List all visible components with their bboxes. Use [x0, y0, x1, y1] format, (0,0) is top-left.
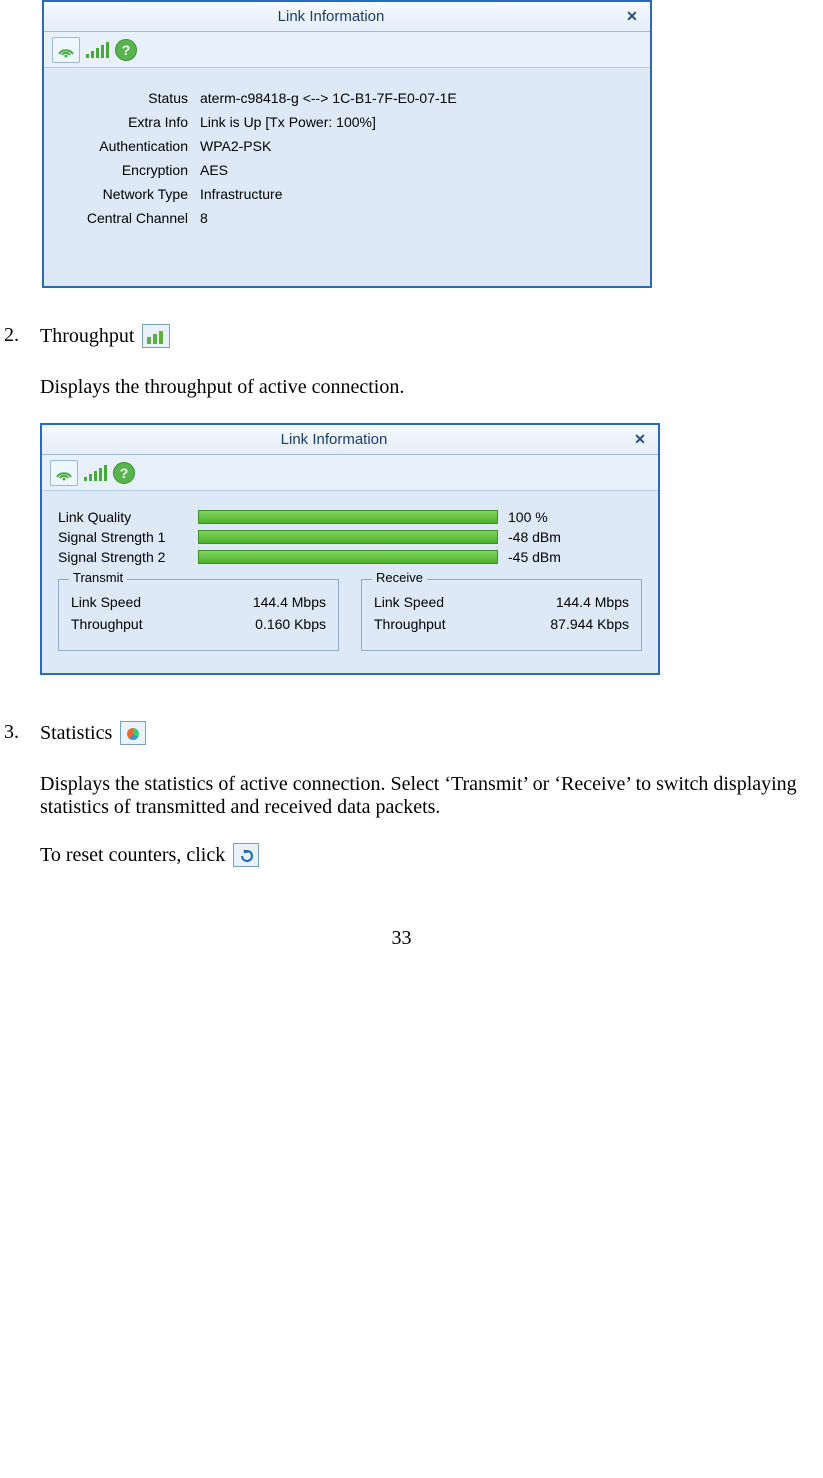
- row-encryption: Encryption AES: [60, 162, 634, 178]
- group-title: Receive: [372, 570, 427, 585]
- value: -48 dBm: [508, 529, 561, 545]
- wifi-icon[interactable]: [52, 37, 80, 63]
- label: Encryption: [60, 162, 200, 178]
- label: Status: [60, 90, 200, 106]
- dialog-toolbar: ?: [42, 455, 658, 491]
- section-title-statistics: Statistics: [40, 722, 112, 745]
- value: 87.944 Kbps: [550, 616, 629, 632]
- signal-bars-icon: [84, 465, 107, 481]
- reset-icon: [233, 843, 259, 867]
- list-number-3: 3.: [0, 721, 40, 867]
- help-icon[interactable]: ?: [115, 39, 137, 61]
- dialog-title: Link Information: [281, 431, 388, 448]
- label: Signal Strength 1: [58, 529, 198, 545]
- row-network-type: Network Type Infrastructure: [60, 186, 634, 202]
- value: 8: [200, 210, 634, 226]
- throughput-icon: [142, 324, 170, 348]
- label: Link Speed: [374, 594, 444, 610]
- label: Signal Strength 2: [58, 549, 198, 565]
- value: -45 dBm: [508, 549, 561, 565]
- value: WPA2-PSK: [200, 138, 634, 154]
- value: Link is Up [Tx Power: 100%]: [200, 114, 634, 130]
- label: Central Channel: [60, 210, 200, 226]
- signal-bars-icon: [86, 42, 109, 58]
- row-link-quality: Link Quality 100 %: [58, 509, 642, 525]
- list-number-2: 2.: [0, 324, 40, 685]
- label: Throughput: [71, 616, 143, 632]
- section-desc-throughput: Displays the throughput of active connec…: [40, 376, 803, 399]
- row-status: Status aterm-c98418-g <--> 1C-B1-7F-E0-0…: [60, 90, 634, 106]
- label: Link Quality: [58, 509, 198, 525]
- row-signal-strength-2: Signal Strength 2 -45 dBm: [58, 549, 642, 565]
- group-title: Transmit: [69, 570, 127, 585]
- group-receive: Receive Link Speed 144.4 Mbps Throughput…: [361, 579, 642, 651]
- value: AES: [200, 162, 634, 178]
- row-central-channel: Central Channel 8: [60, 210, 634, 226]
- reset-text: To reset counters, click: [40, 844, 225, 867]
- value: 0.160 Kbps: [255, 616, 326, 632]
- statistics-icon: [120, 721, 146, 745]
- progress-bar: [198, 510, 498, 524]
- section-title-throughput: Throughput: [40, 325, 134, 348]
- dialog-body: Link Quality 100 % Signal Strength 1 -48…: [42, 491, 658, 673]
- value: 144.4 Mbps: [556, 594, 629, 610]
- dialog-body: Status aterm-c98418-g <--> 1C-B1-7F-E0-0…: [44, 68, 650, 286]
- row-signal-strength-1: Signal Strength 1 -48 dBm: [58, 529, 642, 545]
- group-transmit: Transmit Link Speed 144.4 Mbps Throughpu…: [58, 579, 339, 651]
- label: Authentication: [60, 138, 200, 154]
- label: Network Type: [60, 186, 200, 202]
- dialog-title: Link Information: [278, 8, 385, 25]
- close-icon[interactable]: ✕: [626, 429, 654, 451]
- progress-bar: [198, 530, 498, 544]
- section-desc-statistics: Displays the statistics of active connec…: [40, 773, 803, 819]
- value: aterm-c98418-g <--> 1C-B1-7F-E0-07-1E: [200, 90, 634, 106]
- label: Extra Info: [60, 114, 200, 130]
- progress-bar: [198, 550, 498, 564]
- dialog-titlebar: Link Information ✕: [42, 425, 658, 455]
- label: Throughput: [374, 616, 446, 632]
- value: Infrastructure: [200, 186, 634, 202]
- link-info-dialog-2: Link Information ✕ ?: [40, 423, 660, 675]
- value: 144.4 Mbps: [253, 594, 326, 610]
- close-icon[interactable]: ✕: [618, 6, 646, 28]
- wifi-icon[interactable]: [50, 460, 78, 486]
- page-number: 33: [0, 927, 803, 950]
- label: Link Speed: [71, 594, 141, 610]
- value: 100 %: [508, 509, 548, 525]
- row-extra-info: Extra Info Link is Up [Tx Power: 100%]: [60, 114, 634, 130]
- link-info-dialog-1: Link Information ✕ ? Status aterm-c98418…: [42, 0, 652, 288]
- row-authentication: Authentication WPA2-PSK: [60, 138, 634, 154]
- dialog-toolbar: ?: [44, 32, 650, 68]
- help-icon[interactable]: ?: [113, 462, 135, 484]
- dialog-titlebar: Link Information ✕: [44, 2, 650, 32]
